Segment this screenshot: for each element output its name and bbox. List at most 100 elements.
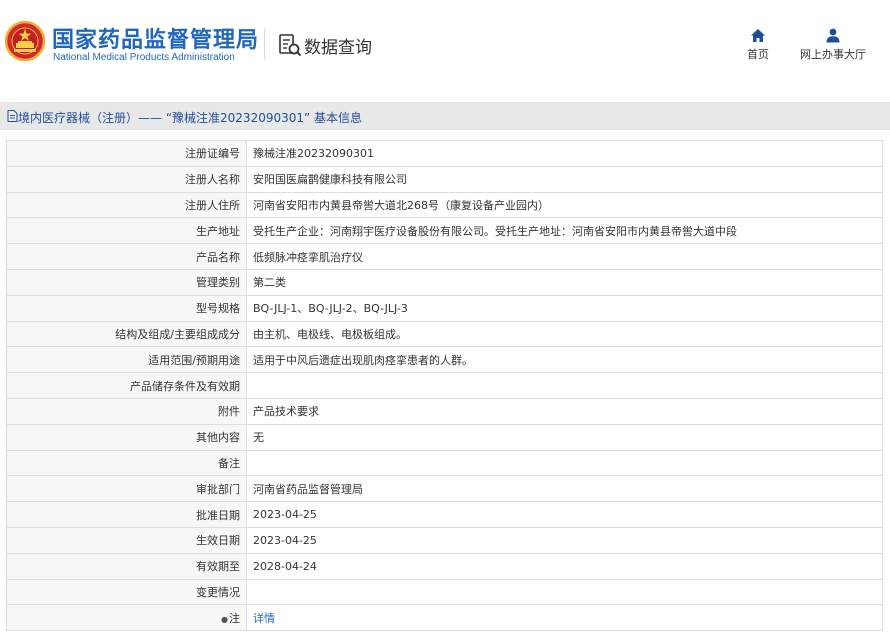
- field-label-text: 附件: [218, 405, 240, 419]
- user-icon: [826, 28, 840, 43]
- field-value: 低频脉冲痉挛肌治疗仪: [246, 243, 883, 270]
- field-value: 无: [246, 423, 883, 451]
- field-label: 其他内容: [6, 423, 247, 451]
- field-value-text: 产品技术要求: [253, 405, 319, 419]
- field-label-text: 注册人名称: [185, 173, 240, 187]
- field-value-text: 无: [253, 431, 264, 445]
- field-label-text: 批准日期: [196, 508, 240, 522]
- field-value-text: 适用于中风后遗症出现肌肉痉挛患者的人群。: [253, 353, 473, 367]
- field-label-text: 生效日期: [196, 534, 240, 548]
- field-value: 河南省药品监督管理局: [246, 475, 883, 503]
- field-label: 变更情况: [6, 578, 247, 606]
- field-label-text: 其他内容: [196, 431, 240, 445]
- table-row: 注册证编号 豫械注准20232090301: [6, 140, 883, 167]
- document-icon: [7, 110, 18, 122]
- field-label-text: 型号规格: [196, 302, 240, 316]
- national-emblem-icon: [5, 20, 45, 62]
- field-value: 详情: [246, 604, 883, 632]
- field-value-text: 低频脉冲痉挛肌治疗仪: [253, 250, 363, 264]
- field-label: 批准日期: [6, 501, 247, 528]
- field-label: 备注: [6, 449, 247, 477]
- details-link[interactable]: 详情: [253, 612, 275, 625]
- field-label-text: 审批部门: [196, 482, 240, 496]
- table-row: 附件 产品技术要求: [6, 397, 883, 425]
- field-value: 第二类: [246, 268, 883, 296]
- field-label: 生产地址: [6, 217, 247, 245]
- field-label: 注册人住所: [6, 191, 247, 219]
- site-header: 国家药品监督管理局 National Medical Products Admi…: [0, 0, 890, 98]
- nav-service-hall[interactable]: 网上办事大厅: [795, 28, 871, 62]
- field-label-text: 有效期至: [196, 560, 240, 574]
- field-label-text: 管理类别: [196, 276, 240, 290]
- field-value: 2023-04-25: [246, 501, 883, 528]
- field-label: 有效期至: [6, 552, 247, 580]
- field-value: 河南省安阳市内黄县帝喾大道北268号（康复设备产业园内）: [246, 191, 883, 219]
- table-row: 注册人名称 安阳国医扁鹊健康科技有限公司: [6, 165, 883, 193]
- field-value-text: 2028-04-24: [253, 559, 317, 573]
- site-title-cn: 国家药品监督管理局: [52, 28, 260, 53]
- field-label-text: 注册人住所: [185, 198, 240, 212]
- table-row: 有效期至 2028-04-24: [6, 552, 883, 580]
- page-section-title: 数据查询: [304, 38, 372, 58]
- table-row: 管理类别 第二类: [6, 268, 883, 296]
- field-value-text: 第二类: [253, 276, 286, 290]
- field-value-text: 豫械注准20232090301: [253, 147, 374, 161]
- info-table-body: 注册证编号 豫械注准20232090301 注册人名称 安阳国医扁鹊健康科技有限公司注…: [6, 140, 883, 632]
- site-title-en: National Medical Products Administration: [53, 52, 235, 63]
- field-value-text: 安阳国医扁鹊健康科技有限公司: [253, 173, 407, 187]
- table-row: 产品名称 低频脉冲痉挛肌治疗仪: [6, 243, 883, 270]
- field-label: 注册证编号: [6, 140, 247, 167]
- nav-home[interactable]: 首页: [742, 28, 774, 62]
- field-label: 注册人名称: [6, 165, 247, 193]
- table-row: 产品储存条件及有效期: [6, 372, 883, 399]
- table-row: 结构及组成/主要组成成分 由主机、电极线、电极板组成。: [6, 320, 883, 348]
- field-label: 生效日期: [6, 526, 247, 554]
- field-label: 产品储存条件及有效期: [6, 372, 247, 399]
- field-value: [246, 372, 883, 399]
- field-label-text: 备注: [218, 456, 240, 470]
- field-label-text: 产品储存条件及有效期: [130, 379, 240, 393]
- field-label-text: 注: [229, 611, 240, 625]
- field-label-text: 生产地址: [196, 224, 240, 238]
- table-row: 备注: [6, 449, 883, 477]
- field-label-text: 变更情况: [196, 585, 240, 599]
- field-value: 产品技术要求: [246, 397, 883, 425]
- field-value-text: 河南省安阳市内黄县帝喾大道北268号（康复设备产业园内）: [253, 198, 549, 212]
- field-value: 由主机、电极线、电极板组成。: [246, 320, 883, 348]
- field-value: 2023-04-25: [246, 526, 883, 554]
- field-label: 结构及组成/主要组成成分: [6, 320, 247, 348]
- field-label-text: 注册证编号: [185, 147, 240, 161]
- document-search-icon: [279, 34, 302, 57]
- table-row: ●注 详情: [6, 604, 883, 632]
- field-label: ●注: [6, 604, 247, 632]
- field-value-text: 2023-04-25: [253, 533, 317, 547]
- field-value: [246, 449, 883, 477]
- table-row: 生产地址 受托生产企业：河南翔宇医疗设备股份有限公司。受托生产地址：河南省安阳市内…: [6, 217, 883, 245]
- field-label-text: 产品名称: [196, 250, 240, 264]
- table-row: 型号规格 BQ-JLJ-1、BQ-JLJ-2、BQ-JLJ-3: [6, 294, 883, 322]
- table-row: 注册人住所 河南省安阳市内黄县帝喾大道北268号（康复设备产业园内）: [6, 191, 883, 219]
- field-value: 适用于中风后遗症出现肌肉痉挛患者的人群。: [246, 346, 883, 374]
- field-value: 2028-04-24: [246, 552, 883, 580]
- field-value-text: 由主机、电极线、电极板组成。: [253, 327, 407, 341]
- nav-home-label: 首页: [747, 48, 769, 61]
- table-row: 批准日期 2023-04-25: [6, 501, 883, 528]
- breadcrumb-text: 境内医疗器械（注册）—— “豫械注准20232090301” 基本信息: [18, 111, 363, 125]
- registration-info-table: 注册证编号 豫械注准20232090301 注册人名称 安阳国医扁鹊健康科技有限公司注…: [6, 140, 883, 632]
- field-value-text: BQ-JLJ-1、BQ-JLJ-2、BQ-JLJ-3: [253, 302, 408, 316]
- field-value-text: 受托生产企业：河南翔宇医疗设备股份有限公司。受托生产地址：河南省安阳市内黄县帝喾…: [253, 224, 737, 238]
- field-label: 适用范围/预期用途: [6, 346, 247, 374]
- field-value: 受托生产企业：河南翔宇医疗设备股份有限公司。受托生产地址：河南省安阳市内黄县帝喾…: [246, 217, 883, 245]
- field-value: 豫械注准20232090301: [246, 140, 883, 167]
- field-label-text: 结构及组成/主要组成成分: [115, 327, 240, 341]
- table-row: 变更情况: [6, 578, 883, 606]
- field-label: 管理类别: [6, 268, 247, 296]
- field-value: 安阳国医扁鹊健康科技有限公司: [246, 165, 883, 193]
- home-icon: [751, 29, 765, 42]
- field-label: 产品名称: [6, 243, 247, 270]
- table-row: 其他内容无: [6, 423, 883, 451]
- field-value: [246, 578, 883, 606]
- breadcrumb: 境内医疗器械（注册）—— “豫械注准20232090301” 基本信息: [0, 102, 890, 130]
- field-value-text: 河南省药品监督管理局: [253, 482, 363, 496]
- nav-service-hall-label: 网上办事大厅: [800, 48, 866, 61]
